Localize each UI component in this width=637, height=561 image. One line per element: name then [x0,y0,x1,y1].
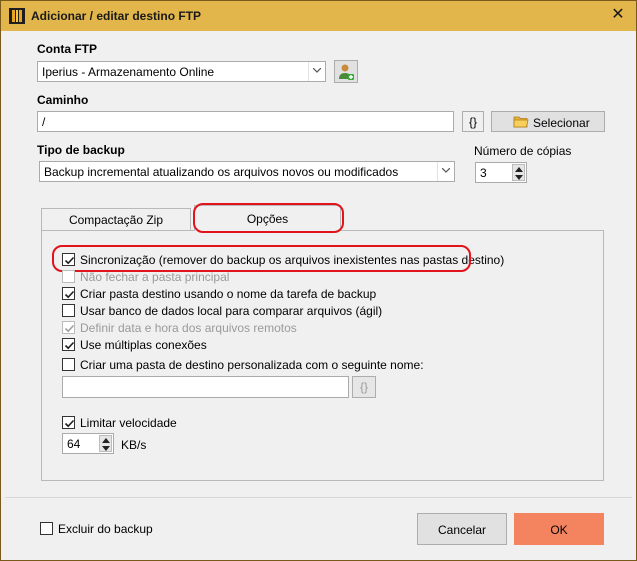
copies-stepper[interactable]: 3 [475,162,527,183]
arrow-up-icon[interactable] [102,438,110,443]
ok-label: OK [550,523,568,537]
option-label-keep-root: Não fechar a pasta principal [80,270,230,284]
option-checkbox-keep-root [62,270,75,283]
path-value: / [42,115,46,129]
option-label-local-db: Usar banco de dados local para comparar … [80,304,383,318]
arrow-down-icon[interactable] [515,175,523,180]
window-title: Adicionar / editar destino FTP [31,9,202,23]
path-label: Caminho [37,93,89,107]
speed-limit-stepper[interactable]: 64 [62,433,114,454]
tab-highlight [193,203,344,233]
backup-type-select[interactable]: Backup incremental atualizando os arquiv… [39,161,455,182]
braces-icon: {} [468,115,477,129]
select-folder-label: Selecionar [533,116,590,130]
option-checkbox-remote-datetime [62,321,75,334]
cancel-button[interactable]: Cancelar [417,513,507,545]
exclude-from-backup-label: Excluir do backup [58,522,153,536]
check-icon [64,290,75,299]
stepper-buttons[interactable] [512,164,525,181]
folder-icon [513,116,529,128]
speed-limit-checkbox[interactable] [62,416,75,429]
tab-compactacao-zip[interactable]: Compactação Zip [41,208,191,230]
copies-label: Número de cópias [474,144,572,158]
title-bar[interactable]: Adicionar / editar destino FTP ✕ [1,1,636,31]
check-icon [64,419,75,428]
app-icon [9,8,25,24]
speed-limit-label: Limitar velocidade [80,416,177,430]
option-checkbox-custom-folder[interactable] [62,358,75,371]
option-label-custom-folder: Criar uma pasta de destino personalizada… [80,358,424,372]
backup-type-label: Tipo de backup [37,143,125,157]
add-account-button[interactable] [334,60,358,83]
sync-highlight [52,245,471,272]
custom-folder-variables-button: {} [352,376,376,398]
ok-button[interactable]: OK [514,513,604,545]
backup-type-value: Backup incremental atualizando os arquiv… [44,165,399,179]
check-icon [64,324,75,333]
custom-folder-input[interactable] [62,376,349,398]
ftp-account-value: Iperius - Armazenamento Online [42,65,215,79]
ftp-account-label: Conta FTP [37,42,97,56]
chevron-down-icon[interactable] [308,62,325,81]
option-checkbox-multi-conn[interactable] [62,338,75,351]
footer-separator [5,497,632,498]
add-user-icon [339,64,354,80]
speed-limit-value: 64 [67,437,81,451]
chevron-down-icon[interactable] [437,162,454,181]
option-checkbox-task-folder[interactable] [62,287,75,300]
tab-label: Compactação Zip [68,213,164,227]
path-input[interactable]: / [37,111,454,132]
exclude-from-backup-checkbox[interactable] [40,522,53,535]
ftp-destination-dialog: Adicionar / editar destino FTP ✕ Conta F… [0,0,637,561]
select-folder-button[interactable]: Selecionar [491,111,605,132]
stepper-buttons[interactable] [99,435,112,452]
path-variables-button[interactable]: {} [462,111,484,132]
option-label-task-folder: Criar pasta destino usando o nome da tar… [80,287,377,301]
close-icon[interactable]: ✕ [610,6,626,24]
arrow-down-icon[interactable] [102,446,110,451]
option-label-multi-conn: Use múltiplas conexões [80,338,207,352]
ftp-account-select[interactable]: Iperius - Armazenamento Online [37,61,326,82]
check-icon [64,341,75,350]
option-label-remote-datetime: Definir data e hora dos arquivos remotos [80,321,297,335]
braces-icon: {} [359,380,368,394]
option-checkbox-local-db[interactable] [62,304,75,317]
arrow-up-icon[interactable] [515,167,523,172]
speed-limit-unit: KB/s [121,438,147,452]
cancel-label: Cancelar [437,523,487,537]
copies-value: 3 [480,166,487,180]
